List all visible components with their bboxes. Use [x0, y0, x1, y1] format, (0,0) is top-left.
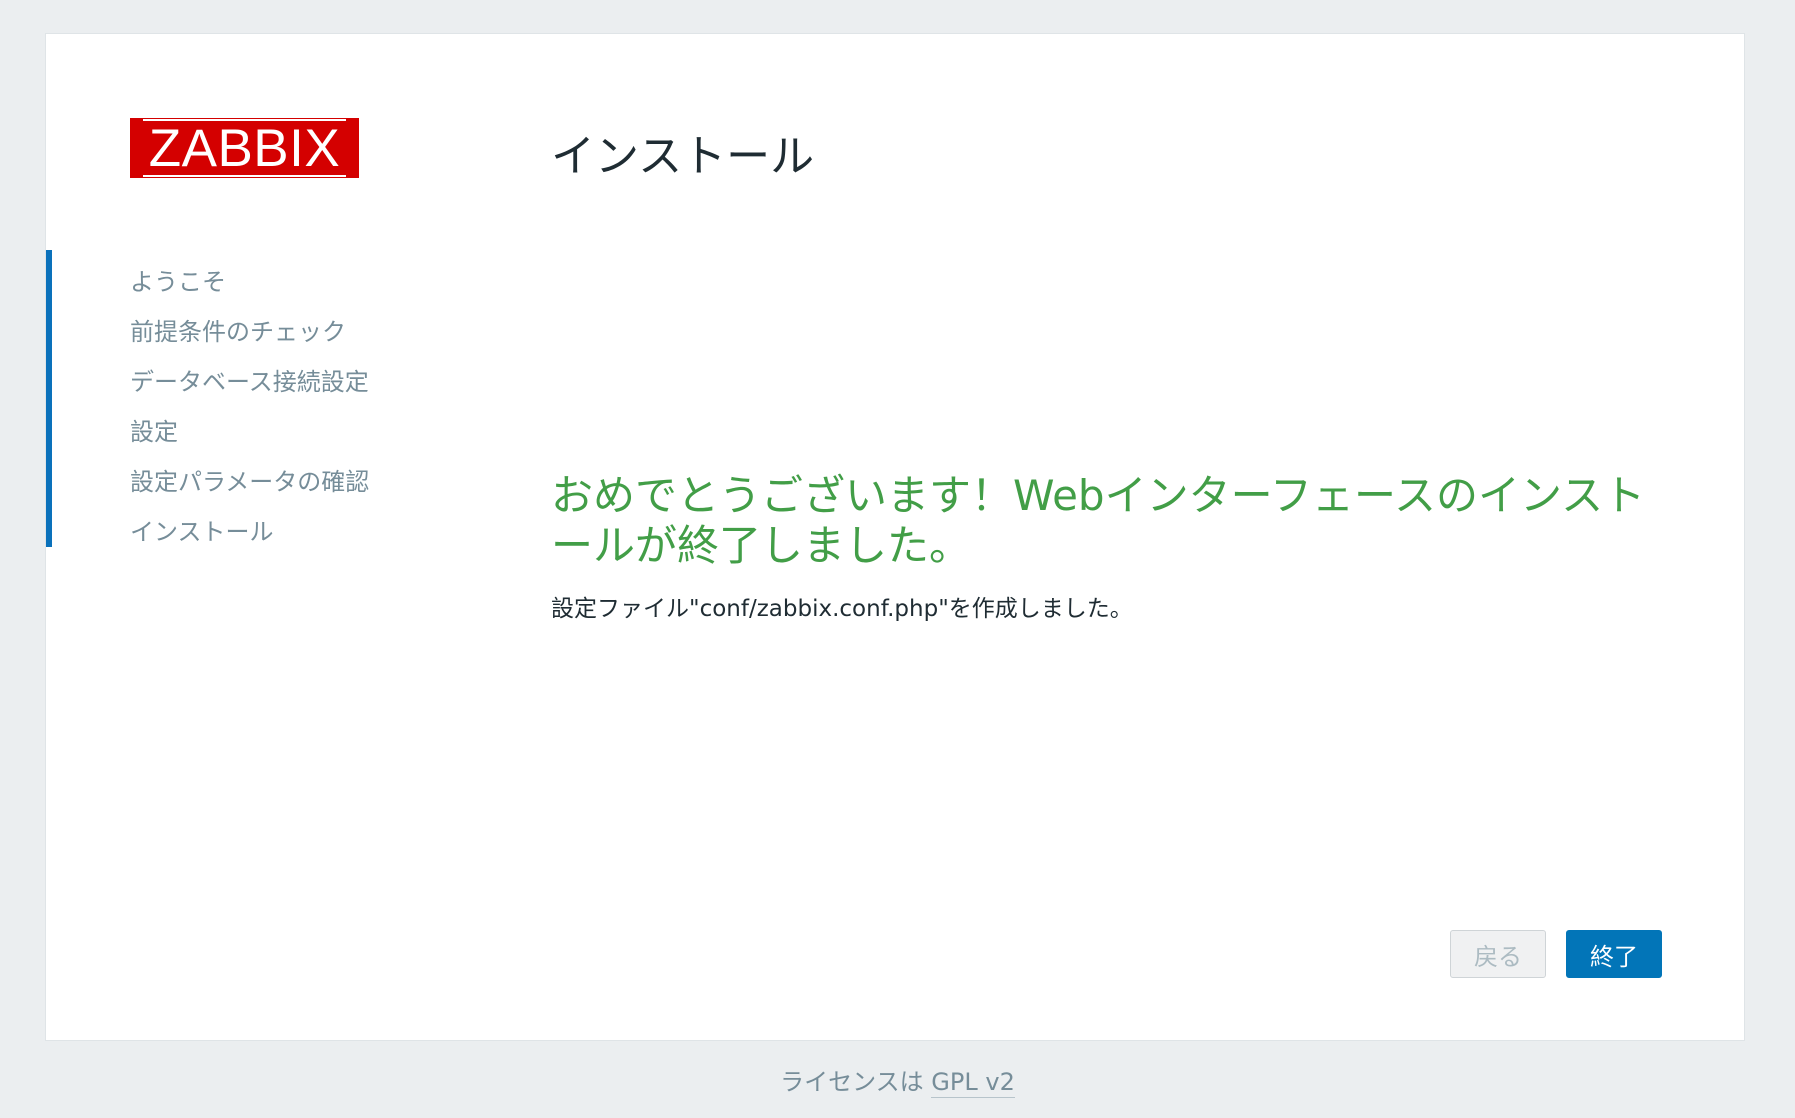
- back-button[interactable]: 戻る: [1450, 930, 1546, 978]
- setup-steps: ようこそ 前提条件のチェック データベース接続設定 設定 設定パラメータの確認 …: [46, 250, 466, 547]
- step-settings: 設定: [130, 418, 178, 446]
- success-message: おめでとうございます！Webインターフェースのインストールが終了しました。: [551, 471, 1646, 570]
- config-file-message: 設定ファイル"conf/zabbix.conf.php"を作成しました。: [551, 596, 1133, 622]
- step-db-connection: データベース接続設定: [130, 368, 369, 396]
- page-title: インストール: [551, 131, 815, 182]
- license-text: ライセンスは: [780, 1068, 932, 1096]
- finish-button[interactable]: 終了: [1566, 930, 1662, 978]
- steps-progress-bar: [46, 250, 52, 547]
- license-footer: ライセンスは GPL v2: [0, 1062, 1795, 1098]
- step-summary: 設定パラメータの確認: [130, 468, 370, 496]
- step-prerequisites: 前提条件のチェック: [130, 318, 346, 346]
- steps-list: ようこそ 前提条件のチェック データベース接続設定 設定 設定パラメータの確認 …: [130, 260, 369, 560]
- logo-text: ZABBIX: [142, 119, 347, 177]
- step-welcome: ようこそ: [130, 268, 226, 296]
- zabbix-logo: ZABBIX: [130, 118, 359, 178]
- step-install: インストール: [130, 518, 274, 546]
- setup-card: ZABBIX ようこそ 前提条件のチェック データベース接続設定 設定 設定パラ…: [45, 33, 1745, 1041]
- license-link[interactable]: GPL v2: [931, 1068, 1015, 1098]
